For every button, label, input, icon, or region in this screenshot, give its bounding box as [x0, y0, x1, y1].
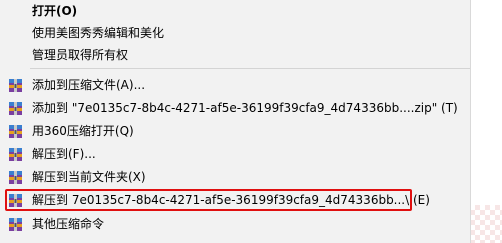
menu-item-open-with-360[interactable]: 用360压缩打开(Q)	[0, 120, 470, 143]
zip-archive-icon	[9, 171, 22, 184]
zip-archive-icon	[9, 218, 22, 231]
menu-item-add-to-archive[interactable]: 添加到压缩文件(A)...	[0, 74, 470, 97]
zip-archive-icon	[9, 125, 22, 138]
zip-archive-icon	[9, 148, 22, 161]
menu-item-extract-here-label: 解压到当前文件夹(X)	[32, 170, 146, 184]
highlight-box	[5, 189, 412, 211]
menu-item-open-label: 打开(O)	[32, 4, 78, 18]
menu-item-open-with-360-label: 用360压缩打开(Q)	[32, 124, 134, 138]
menu-item-add-to-zip-label: 添加到 "7e0135c7-8b4c-4271-af5e-36199f39cfa…	[32, 101, 458, 115]
menu-item-take-ownership[interactable]: 管理员取得所有权	[0, 44, 470, 67]
menu-item-other-commands[interactable]: 其他压缩命令	[0, 213, 470, 236]
menu-separator	[30, 68, 470, 69]
menu-item-extract-to-label: 解压到(F)...	[32, 147, 96, 161]
zip-archive-icon	[9, 79, 22, 92]
menu-item-add-to-archive-label: 添加到压缩文件(A)...	[32, 78, 146, 92]
menu-item-open[interactable]: 打开(O)	[0, 0, 470, 23]
menu-item-extract-here[interactable]: 解压到当前文件夹(X)	[0, 166, 470, 189]
zip-archive-icon	[9, 102, 22, 115]
menu-item-extract-to[interactable]: 解压到(F)...	[0, 143, 470, 166]
menu-item-meitu-label: 使用美图秀秀编辑和美化	[32, 26, 165, 40]
menu-item-meitu[interactable]: 使用美图秀秀编辑和美化	[0, 22, 470, 45]
menu-item-other-commands-label: 其他压缩命令	[32, 217, 105, 231]
menu-item-take-ownership-label: 管理员取得所有权	[32, 48, 129, 62]
menu-item-add-to-zip[interactable]: 添加到 "7e0135c7-8b4c-4271-af5e-36199f39cfa…	[0, 97, 470, 120]
context-menu: 打开(O) 使用美图秀秀编辑和美化 管理员取得所有权 添加到压缩文件(A)...…	[0, 0, 471, 243]
